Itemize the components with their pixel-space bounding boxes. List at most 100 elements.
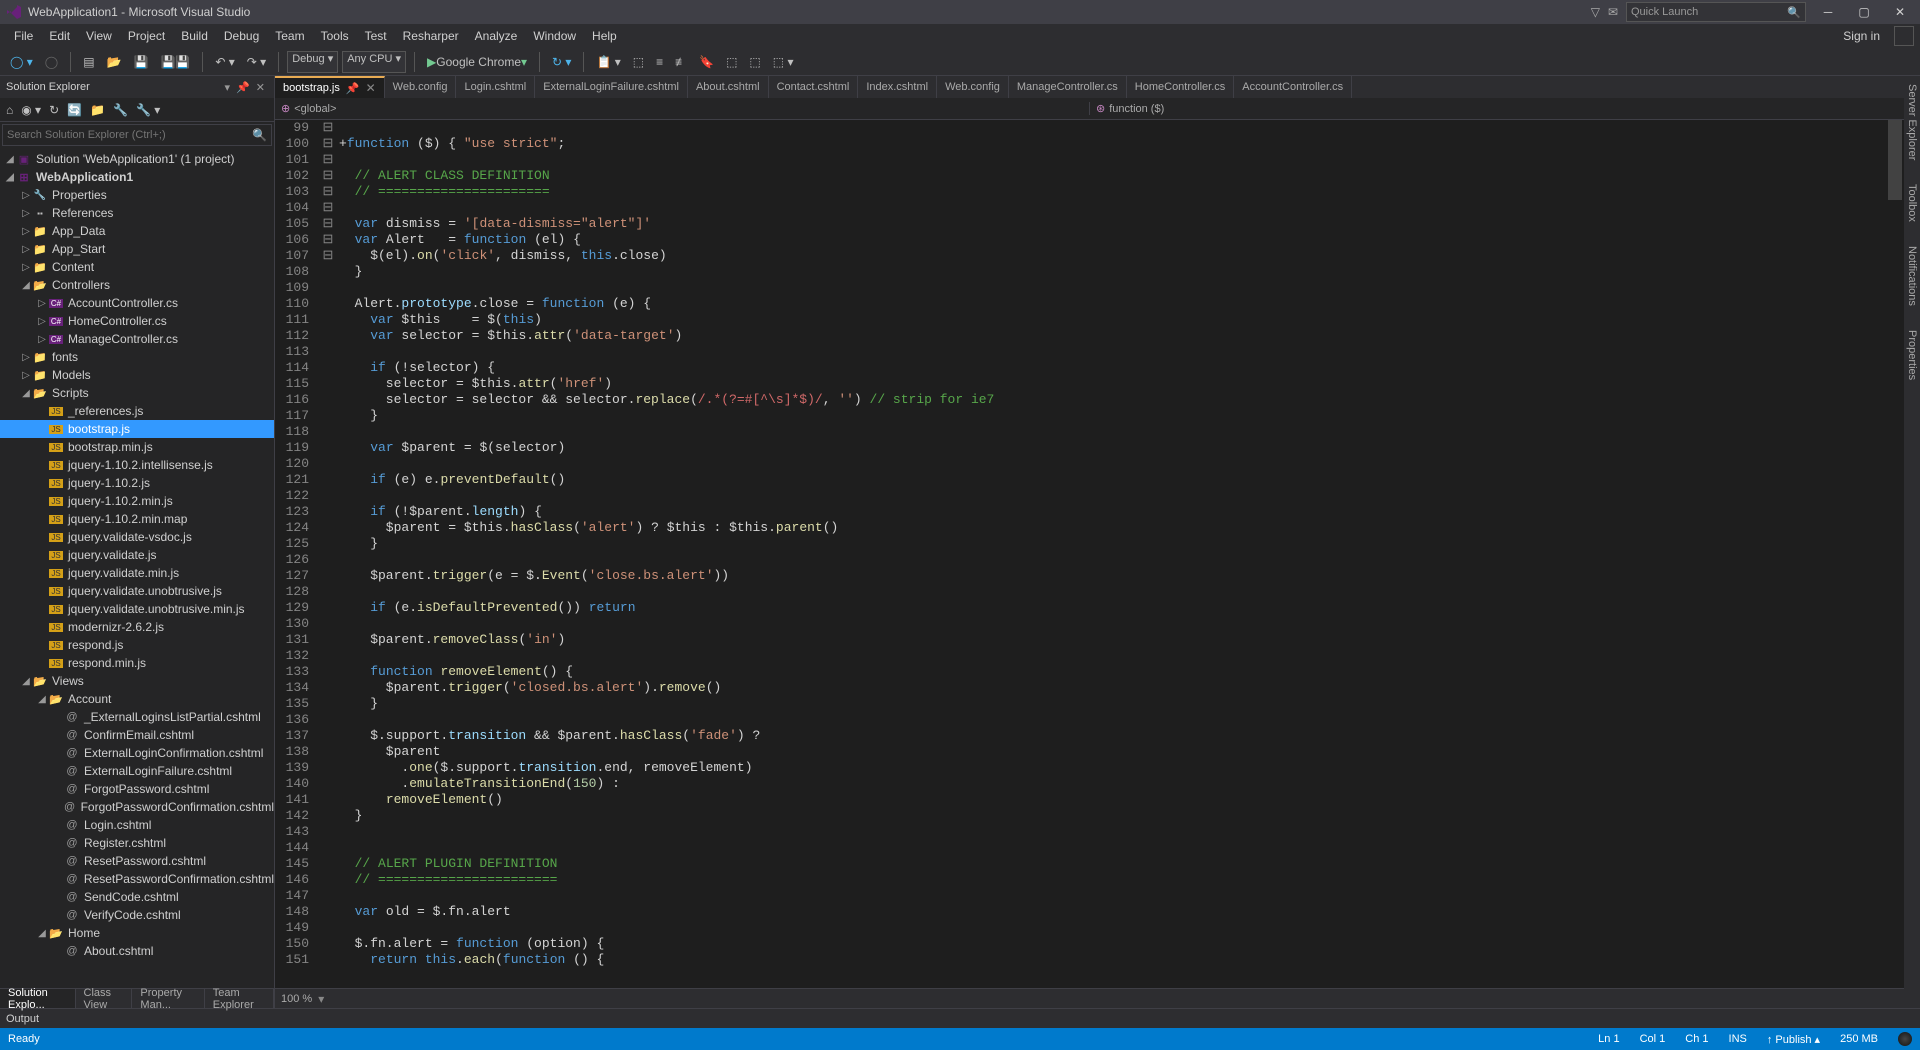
undo-button[interactable]: ↶ ▾: [211, 53, 238, 71]
quick-launch-input[interactable]: Quick Launch 🔍: [1626, 2, 1806, 22]
tree-item[interactable]: About.cshtml: [0, 942, 274, 960]
panel-close-icon[interactable]: ✕: [253, 81, 268, 94]
output-panel-header[interactable]: Output: [0, 1008, 1920, 1028]
tree-item[interactable]: ▷Models: [0, 366, 274, 384]
tree-item[interactable]: ◢Scripts: [0, 384, 274, 402]
menu-window[interactable]: Window: [525, 27, 584, 45]
feedback-icon[interactable]: ✉: [1608, 5, 1618, 19]
expand-icon[interactable]: ◢: [4, 172, 16, 183]
fold-gutter[interactable]: ⊟ ⊟ ⊟ ⊟ ⊟ ⊟ ⊟ ⊟ ⊟: [321, 120, 335, 988]
expand-icon[interactable]: ◢: [4, 154, 16, 165]
tbtn-4[interactable]: 📁: [88, 101, 107, 119]
tree-item[interactable]: bootstrap.min.js: [0, 438, 274, 456]
tree-item[interactable]: ▷ManageController.cs: [0, 330, 274, 348]
panel-tab[interactable]: Solution Explo...: [0, 989, 76, 1008]
sidebar-tab-notifications[interactable]: Notifications: [1906, 242, 1918, 310]
tree-item[interactable]: ▷Properties: [0, 186, 274, 204]
tree-item[interactable]: ForgotPassword.cshtml: [0, 780, 274, 798]
menu-resharper[interactable]: Resharper: [395, 27, 467, 45]
expand-icon[interactable]: ◢: [20, 280, 32, 291]
code-content[interactable]: +function ($) { "use strict"; // ALERT C…: [335, 120, 1904, 988]
save-all-button[interactable]: 💾💾: [156, 53, 194, 71]
zoom-dropdown-icon[interactable]: ▾: [318, 992, 324, 1006]
notification-icon[interactable]: ▽: [1591, 5, 1600, 19]
tree-item[interactable]: ▷App_Data: [0, 222, 274, 240]
browser-link-button[interactable]: ↻ ▾: [548, 53, 575, 71]
tree-item[interactable]: SendCode.cshtml: [0, 888, 274, 906]
tree-item[interactable]: jquery.validate.min.js: [0, 564, 274, 582]
tbtn-1[interactable]: ◉ ▾: [19, 101, 43, 119]
menu-help[interactable]: Help: [584, 27, 625, 45]
nav-scope-dropdown[interactable]: ⊕<global>: [275, 102, 1089, 115]
expand-icon[interactable]: ▷: [20, 226, 32, 237]
maximize-button[interactable]: ▢: [1850, 2, 1878, 22]
toolbar-btn-3[interactable]: ⬚: [722, 53, 741, 71]
avatar-icon[interactable]: [1894, 26, 1914, 46]
tree-item[interactable]: respond.min.js: [0, 654, 274, 672]
tree-item[interactable]: ◢Views: [0, 672, 274, 690]
pin-icon[interactable]: 📌: [346, 82, 360, 95]
tbtn-3[interactable]: 🔄: [65, 101, 84, 119]
zoom-level[interactable]: 100 %: [281, 993, 312, 1005]
tree-item[interactable]: _references.js: [0, 402, 274, 420]
toolbar-btn-1[interactable]: 📋 ▾: [592, 53, 624, 71]
tree-item[interactable]: ◢Controllers: [0, 276, 274, 294]
tree-item[interactable]: ◢Account: [0, 690, 274, 708]
close-button[interactable]: ✕: [1886, 2, 1914, 22]
tree-item[interactable]: respond.js: [0, 636, 274, 654]
tab-close-icon[interactable]: ✕: [366, 81, 376, 95]
tree-item[interactable]: jquery.validate.unobtrusive.js: [0, 582, 274, 600]
menu-debug[interactable]: Debug: [216, 27, 267, 45]
tree-item[interactable]: Register.cshtml: [0, 834, 274, 852]
document-tab[interactable]: AccountController.cs: [1234, 76, 1352, 98]
tree-item[interactable]: jquery-1.10.2.intellisense.js: [0, 456, 274, 474]
tree-item[interactable]: jquery-1.10.2.min.js: [0, 492, 274, 510]
solution-search-input[interactable]: [3, 129, 248, 141]
toolbar-btn-4[interactable]: ⬚: [745, 53, 764, 71]
sidebar-tab-toolbox[interactable]: Toolbox: [1906, 180, 1918, 226]
scrollbar-thumb[interactable]: [1888, 120, 1902, 200]
nav-member-dropdown[interactable]: ⊛function ($): [1089, 102, 1904, 115]
tree-item[interactable]: modernizr-2.6.2.js: [0, 618, 274, 636]
panel-tab[interactable]: Team Explorer: [205, 989, 274, 1008]
document-tab[interactable]: ManageController.cs: [1009, 76, 1127, 98]
tree-item[interactable]: VerifyCode.cshtml: [0, 906, 274, 924]
solution-tree[interactable]: ◢Solution 'WebApplication1' (1 project)◢…: [0, 148, 274, 988]
tbtn-2[interactable]: ↻: [47, 101, 61, 119]
start-debug-button[interactable]: ▶ Google Chrome ▾: [423, 53, 531, 71]
nav-forward-button[interactable]: ◯: [41, 53, 62, 71]
document-tab[interactable]: Web.config: [937, 76, 1009, 98]
tree-item[interactable]: jquery.validate-vsdoc.js: [0, 528, 274, 546]
menu-analyze[interactable]: Analyze: [467, 27, 526, 45]
document-tab[interactable]: Web.config: [385, 76, 457, 98]
bookmark-button[interactable]: 🔖: [695, 53, 718, 71]
tree-item[interactable]: jquery-1.10.2.min.map: [0, 510, 274, 528]
sign-in-link[interactable]: Sign in: [1843, 29, 1888, 43]
menu-team[interactable]: Team: [267, 27, 312, 45]
expand-icon[interactable]: ◢: [20, 676, 32, 687]
tree-item[interactable]: _ExternalLoginsListPartial.cshtml: [0, 708, 274, 726]
publish-button[interactable]: ↑ Publish ▴: [1767, 1033, 1820, 1046]
document-tab[interactable]: Login.cshtml: [456, 76, 535, 98]
document-tab[interactable]: HomeController.cs: [1127, 76, 1234, 98]
toolbar-btn-5[interactable]: ⬚ ▾: [769, 53, 798, 71]
expand-icon[interactable]: ◢: [36, 694, 48, 705]
panel-tab[interactable]: Property Man...: [132, 989, 204, 1008]
expand-icon[interactable]: ▷: [20, 190, 32, 201]
expand-icon[interactable]: ◢: [36, 928, 48, 939]
save-button[interactable]: 💾: [130, 53, 153, 71]
tree-item[interactable]: ◢Home: [0, 924, 274, 942]
show-all-files-icon[interactable]: 🔧: [111, 101, 130, 119]
expand-icon[interactable]: ▷: [20, 352, 32, 363]
tree-item[interactable]: ForgotPasswordConfirmation.cshtml: [0, 798, 274, 816]
document-tab[interactable]: ExternalLoginFailure.cshtml: [535, 76, 688, 98]
tree-item[interactable]: ◢Solution 'WebApplication1' (1 project): [0, 150, 274, 168]
redo-button[interactable]: ↷ ▾: [243, 53, 270, 71]
tree-item[interactable]: Login.cshtml: [0, 816, 274, 834]
tree-item[interactable]: ResetPasswordConfirmation.cshtml: [0, 870, 274, 888]
properties-icon[interactable]: 🔧 ▾: [134, 101, 162, 119]
menu-edit[interactable]: Edit: [41, 27, 78, 45]
solution-search[interactable]: 🔍: [2, 124, 272, 146]
tree-item[interactable]: ▷Content: [0, 258, 274, 276]
tree-item[interactable]: jquery.validate.unobtrusive.min.js: [0, 600, 274, 618]
